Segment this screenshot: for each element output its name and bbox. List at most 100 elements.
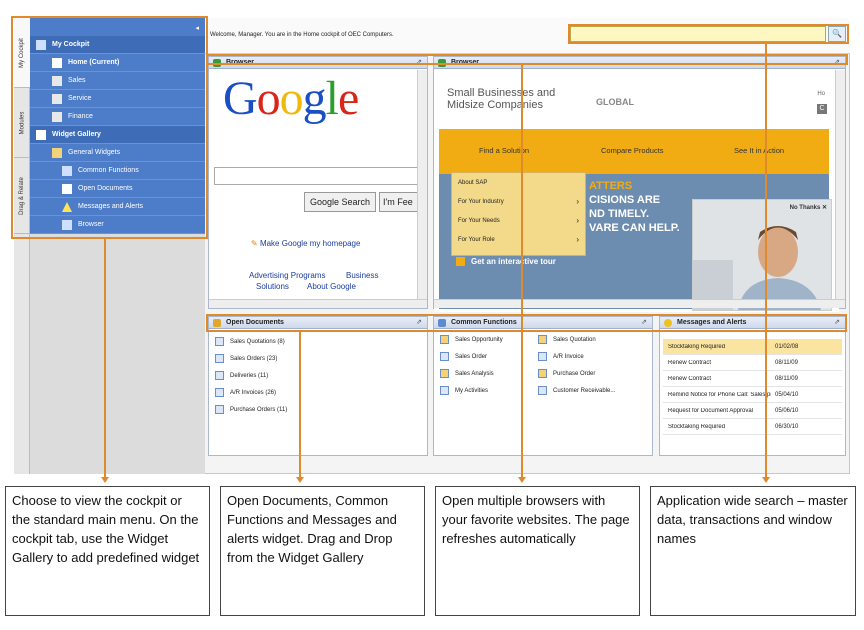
global-label: GLOBAL [596,97,634,107]
interactive-tour-link[interactable]: Get an interactive tour [456,257,556,266]
alert-date: 08/11/09 [775,375,798,382]
document-icon [215,405,224,414]
alert-name: Renew Contract [668,375,712,382]
function-link[interactable]: Sales Order [434,348,503,365]
function-icon [538,335,547,344]
alert-row[interactable]: Request for Document Approval 05/06/10 [663,403,842,419]
open-documents-list: Sales Quotations (8) Sales Orders (23) Del… [209,329,427,418]
list-item[interactable]: A/R Invoices (26) [209,384,427,401]
nav-compare-products[interactable]: Compare Products [601,146,664,155]
function-link[interactable]: My Activities [434,382,503,399]
document-icon [215,371,224,380]
function-icon [440,386,449,395]
chevron-right-icon: › [576,197,579,206]
google-logo: Google [223,71,359,126]
google-search-button[interactable]: Google Search [304,192,376,212]
document-icon [215,388,224,397]
function-icon [440,352,449,361]
alert-name: Request for Document Approval [668,407,754,414]
google-logo-letter: o [279,72,304,125]
vertical-scrollbar[interactable] [835,70,845,299]
google-logo-letter: G [223,72,258,125]
alert-row[interactable]: Stocktaking Required 01/02/08 [663,339,842,355]
alert-date: 05/04/10 [775,391,799,398]
alert-row[interactable]: Renew Contract 08/11/09 [663,355,842,371]
function-icon [538,369,547,378]
callout-arrow-3 [518,477,526,483]
person-icon [693,200,831,310]
callout-box-browsers: Open multiple browsers with your favorit… [435,486,640,616]
list-item[interactable]: Deliveries (11) [209,367,427,384]
sap-heading: Small Businesses and Midsize Companies [447,87,556,111]
function-icon [440,369,449,378]
messages-alerts-widget: Messages and Alerts ⇗ Stocktaking Requir… [659,316,846,456]
function-link[interactable]: Sales Analysis [434,365,503,382]
close-icon: ✕ [821,205,827,211]
find-solution-dropdown: About SAP For Your Industry › For Your Need… [451,172,586,256]
about-google-link[interactable]: About Google [307,282,356,291]
function-link[interactable]: A/R Invoice [532,348,615,365]
callout-line-1 [104,239,106,477]
alert-name: Stocktaking Required [668,343,726,350]
play-arrow-icon [456,257,465,266]
callout-outline-menu [11,16,208,239]
alert-date: 08/11/09 [775,359,798,366]
callout-arrow-4 [762,477,770,483]
welcome-message: Welcome, Manager. You are in the Home co… [210,32,394,38]
dropdown-item[interactable]: For Your Needs › [452,211,585,230]
callout-arrow-2 [296,477,304,483]
list-item[interactable]: Purchase Orders (11) [209,401,427,418]
alert-date: 05/06/10 [775,407,799,414]
google-logo-letter: l [325,72,339,125]
lucky-button[interactable]: I'm Fee [379,192,419,212]
business-link[interactable]: Business [346,271,378,280]
vertical-scrollbar[interactable] [417,70,427,299]
horizontal-scrollbar[interactable] [434,299,845,308]
alert-row[interactable]: Remind Notice for Phone Call: Sales pre 0… [663,387,842,403]
hero-text: ATTERS CISIONS ARE ND TIMELY. VARE CAN H… [589,180,680,234]
google-search-input[interactable] [214,167,419,185]
callout-arrow-1 [101,477,109,483]
function-icon [538,386,547,395]
alert-row[interactable]: Stocktaking Required 06/30/10 [663,419,842,435]
function-link[interactable]: Sales Quotation [532,331,615,348]
chevron-right-icon: › [576,216,579,225]
callout-outline-widgets [206,314,847,332]
sap-webpage: Small Businesses and Midsize Companies GL… [434,69,839,312]
alert-name: Stocktaking Required [668,423,726,430]
open-documents-widget: Open Documents ⇗ Sales Quotations (8) Sal… [208,316,428,456]
callout-outline-search [568,24,849,44]
corner-badge: C [817,104,827,114]
alert-row[interactable]: Renew Contract 08/11/09 [663,371,842,387]
dropdown-item[interactable]: About SAP [452,173,585,192]
function-icon [538,352,547,361]
horizontal-scrollbar[interactable] [209,299,427,308]
callout-outline-browsers [206,54,848,65]
sap-nav-bar: Find a Solution Compare Products See It … [439,129,829,174]
function-link[interactable]: Sales Opportunity [434,331,503,348]
dropdown-item[interactable]: For Your Industry › [452,192,585,211]
make-homepage-link[interactable]: ✎ Make Google my homepage [251,239,360,248]
function-link[interactable]: Purchase Order [532,365,615,382]
callout-box-widgets: Open Documents, Common Functions and Mes… [220,486,425,616]
solutions-link[interactable]: Solutions [256,282,289,291]
function-link[interactable]: Customer Receivable... [532,382,615,399]
no-thanks-button[interactable]: No Thanks ✕ [790,204,827,211]
browser-widget-sap: Browser ⇗ Small Businesses and Midsize Co… [433,56,846,312]
document-icon [215,337,224,346]
callout-line-2 [299,332,301,477]
person-photo: No Thanks ✕ [692,199,832,311]
list-item[interactable]: Sales Orders (23) [209,350,427,367]
alert-name: Renew Contract [668,359,712,366]
alert-date: 01/02/08 [775,343,799,350]
dropdown-item[interactable]: For Your Role › [452,230,585,249]
browser-widget-google: Browser ⇗ Google Google Search I'm Fee ✎… [208,56,428,309]
list-item[interactable]: Sales Quotations (8) [209,333,427,350]
callout-box-menu: Choose to view the cockpit or the standa… [5,486,210,616]
advertising-link[interactable]: Advertising Programs [249,271,325,280]
google-logo-letter: e [338,72,359,125]
callout-box-search: Application wide search – master data, t… [650,486,856,616]
google-logo-letter: o [256,72,281,125]
nav-see-in-action[interactable]: See It in Action [734,146,784,155]
common-functions-column-1: Sales Opportunity Sales Order Sales Analys… [434,331,503,399]
